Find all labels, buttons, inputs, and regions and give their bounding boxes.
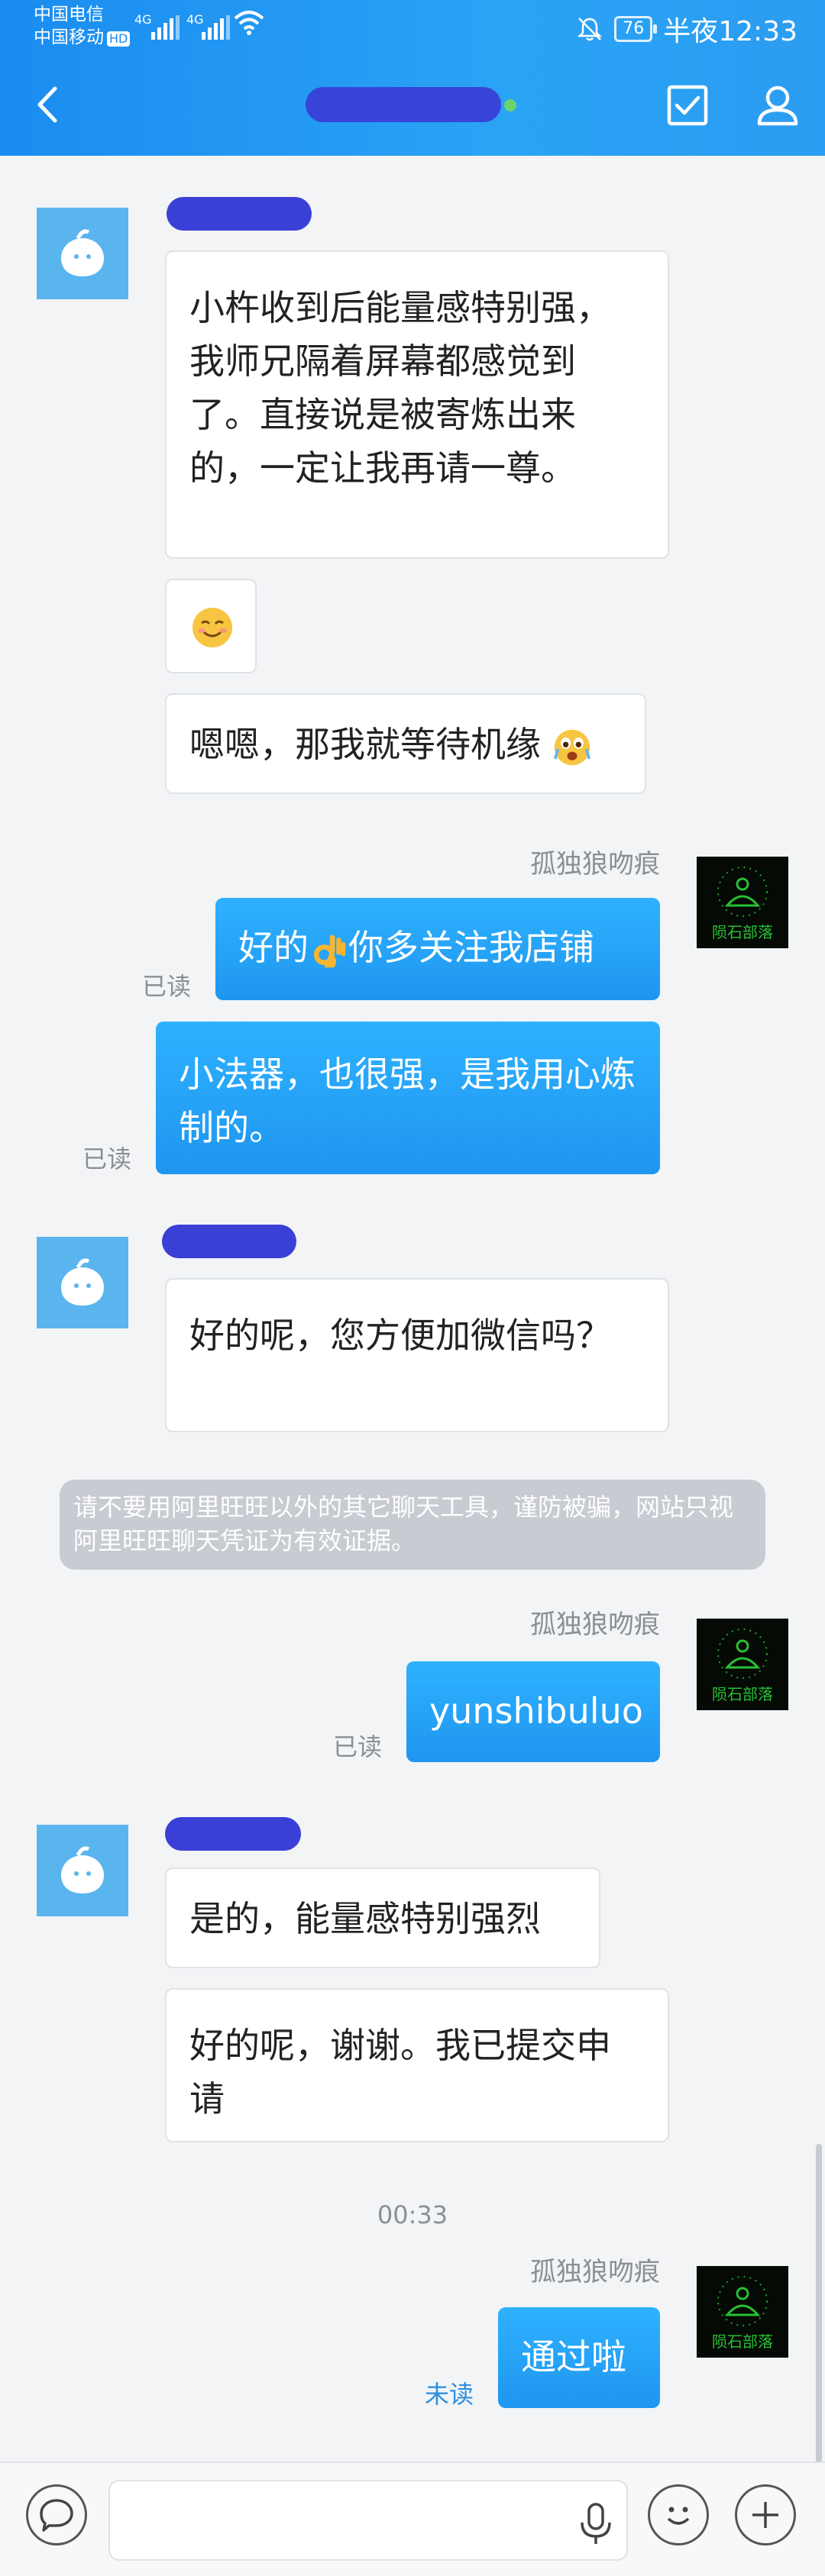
time-divider: 00:33 xyxy=(377,2200,448,2229)
contact-avatar[interactable] xyxy=(37,1237,128,1328)
message-text: 通过啦 xyxy=(521,2336,626,2377)
message-text: 嗯嗯，那我就等待机缘 xyxy=(189,724,541,765)
checkbox-icon[interactable] xyxy=(658,76,717,134)
contact-avatar[interactable] xyxy=(37,208,128,299)
read-receipt: 已读 xyxy=(333,1732,383,1761)
water-drop-icon xyxy=(61,1258,104,1306)
message-text: 小法器，也很强，是我用心炼制的。 xyxy=(179,1054,636,1148)
scrollbar[interactable] xyxy=(816,2144,822,2465)
unread-receipt: 未读 xyxy=(425,2380,474,2409)
my-avatar[interactable]: 陨石部落 xyxy=(697,2266,788,2358)
microphone-icon[interactable] xyxy=(574,2501,617,2547)
chat-bubble-icon xyxy=(40,2499,73,2532)
message-bubble-incoming[interactable]: 好的呢，谢谢。我已提交申请 xyxy=(165,1988,669,2142)
status-bar: 中国电信 中国移动 HD 4G 4G 76 半夜12:33 xyxy=(0,0,825,55)
water-drop-icon xyxy=(61,229,104,276)
read-receipt: 已读 xyxy=(82,1144,132,1173)
avatar-logo-text: 陨石部落 xyxy=(712,2332,773,2351)
contact-avatar[interactable] xyxy=(37,1825,128,1916)
meteorite-tribe-logo-icon: 陨石部落 xyxy=(712,1629,773,1703)
plus-button[interactable] xyxy=(735,2484,796,2545)
chat-header xyxy=(0,55,825,156)
user-icon[interactable] xyxy=(749,76,807,134)
battery-indicator: 76 xyxy=(614,16,658,42)
message-text: 小杵收到后能量感特别强，我师兄隔着屏幕都感觉到了。直接说是被寄炼出来的，一定让我… xyxy=(189,287,611,489)
read-receipt: 已读 xyxy=(142,972,192,1001)
message-bubble-incoming[interactable]: 好的呢，您方便加微信吗？ xyxy=(165,1278,669,1432)
message-bubble-outgoing[interactable]: 好的 你多关注我店铺 xyxy=(215,898,660,1000)
message-bubble-outgoing[interactable]: yunshibuluo xyxy=(406,1661,660,1762)
crying-face-emoji-icon xyxy=(553,729,590,765)
carrier-info: 中国电信 中国移动 HD xyxy=(34,3,131,49)
hd-badge: HD xyxy=(107,31,131,47)
network-type-1: 4G xyxy=(134,12,152,27)
message-text: yunshibuluo xyxy=(429,1690,643,1732)
meteorite-tribe-logo-icon: 陨石部落 xyxy=(712,867,773,941)
clock: 半夜12:33 xyxy=(663,16,798,47)
security-notice-text: 请不要用阿里旺旺以外的其它聊天工具，谨防被骗，网站只视阿里旺旺聊天凭证为有效证据… xyxy=(73,1493,734,1555)
smiling-face-emoji-icon xyxy=(192,608,232,647)
message-bubble-incoming[interactable] xyxy=(165,579,257,673)
smiley-icon xyxy=(667,2507,690,2525)
my-avatar[interactable]: 陨石部落 xyxy=(697,1619,788,1710)
message-text: 你多关注我店铺 xyxy=(348,927,594,968)
chat-bubble-button[interactable] xyxy=(26,2484,87,2545)
message-text: 好的 xyxy=(238,927,309,968)
plus-icon xyxy=(752,2502,778,2528)
top-bar: 中国电信 中国移动 HD 4G 4G 76 半夜12:33 xyxy=(0,0,825,156)
my-avatar[interactable]: 陨石部落 xyxy=(697,857,788,948)
online-status-dot xyxy=(504,99,516,111)
water-drop-icon xyxy=(61,1846,104,1893)
sender-name: 孤独狼吻痕 xyxy=(530,849,660,880)
wifi-icon xyxy=(234,11,264,35)
emoji-button[interactable] xyxy=(648,2484,709,2545)
message-bubble-outgoing[interactable]: 通过啦 xyxy=(498,2307,660,2408)
signal-icon xyxy=(202,15,230,40)
message-bubble-incoming[interactable]: 嗯嗯，那我就等待机缘 xyxy=(165,693,646,794)
ok-hand-emoji-icon xyxy=(313,935,346,967)
meteorite-tribe-logo-icon: 陨石部落 xyxy=(712,2276,773,2351)
message-bubble-incoming[interactable]: 小杵收到后能量感特别强，我师兄隔着屏幕都感觉到了。直接说是被寄炼出来的，一定让我… xyxy=(165,250,669,559)
back-arrow-icon[interactable] xyxy=(23,78,76,131)
message-input[interactable] xyxy=(108,2480,628,2561)
contact-name-redacted xyxy=(167,197,312,231)
security-notice: 请不要用阿里旺旺以外的其它聊天工具，谨防被骗，网站只视阿里旺旺聊天凭证为有效证据… xyxy=(60,1480,765,1570)
carrier-2: 中国移动 xyxy=(34,27,104,47)
mute-bell-icon xyxy=(578,18,603,41)
message-text: 是的，能量感特别强烈 xyxy=(189,1898,541,1939)
avatar-logo-text: 陨石部落 xyxy=(712,1685,773,1703)
status-right: 76 半夜12:33 xyxy=(576,9,798,49)
contact-name-redacted xyxy=(165,1817,301,1851)
input-bar xyxy=(0,2461,825,2576)
sender-name: 孤独狼吻痕 xyxy=(530,2257,660,2287)
message-text: 好的呢，谢谢。我已提交申请 xyxy=(189,2025,611,2119)
avatar-logo-text: 陨石部落 xyxy=(712,923,773,941)
contact-name-redacted xyxy=(162,1225,296,1258)
message-bubble-incoming[interactable]: 是的，能量感特别强烈 xyxy=(165,1867,600,1968)
message-text: 好的呢，您方便加微信吗？ xyxy=(189,1315,611,1356)
contact-name-redacted xyxy=(306,87,501,122)
message-bubble-outgoing[interactable]: 小法器，也很强，是我用心炼制的。 xyxy=(156,1022,660,1174)
carrier-1: 中国电信 xyxy=(34,5,104,24)
signal-icon xyxy=(151,15,180,40)
sender-name: 孤独狼吻痕 xyxy=(530,1609,660,1640)
